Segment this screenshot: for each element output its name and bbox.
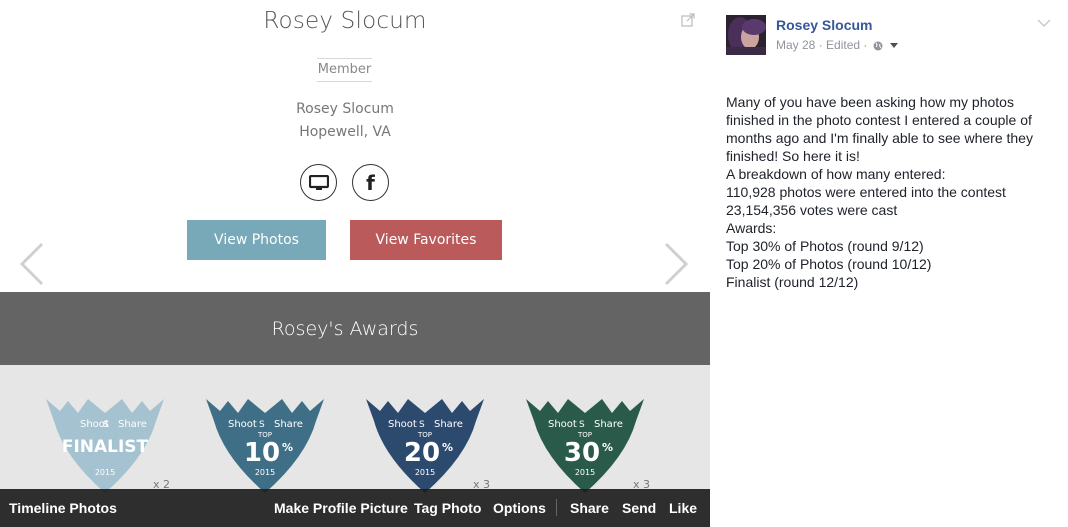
badge-brand: Shoot <box>388 419 417 430</box>
share-button[interactable]: Share <box>570 500 609 516</box>
top-20-award-badge: Shoot Share S TOP 20 % 2015 <box>366 399 484 493</box>
badge-main-text: 30 <box>564 438 600 468</box>
photo-toolbar: Timeline Photos Make Profile Picture Tag… <box>0 489 710 527</box>
chevron-down-icon[interactable] <box>1037 18 1051 28</box>
badge-ss-mark: S <box>103 420 109 430</box>
badge-year: 2015 <box>575 468 595 477</box>
expand-icon[interactable] <box>681 13 695 27</box>
album-title[interactable]: Timeline Photos <box>9 500 117 516</box>
post-edited[interactable]: Edited <box>826 38 860 52</box>
avatar[interactable] <box>726 15 766 55</box>
badge-ss-mark: S <box>579 420 585 430</box>
post-text-line: Finalist (round 12/12) <box>726 274 859 290</box>
post-text-line: 23,154,356 votes were cast <box>726 202 898 218</box>
meta-separator: · <box>818 38 827 52</box>
post-text-line: 110,928 photos were entered into the con… <box>726 184 1006 200</box>
globe-icon[interactable] <box>873 41 883 51</box>
send-button[interactable]: Send <box>622 500 656 516</box>
member-display-name: Rosey Slocum <box>296 101 394 117</box>
badge-brand-2: Share <box>434 419 463 430</box>
member-location: Hopewell, VA <box>299 124 391 140</box>
chevron-right-icon[interactable] <box>662 240 692 290</box>
awards-heading: Rosey's Awards <box>271 318 419 340</box>
website-button[interactable] <box>300 164 337 201</box>
post-text-line: Top 30% of Photos (round 9/12) <box>726 238 924 254</box>
profile-name: Rosey Slocum <box>263 8 427 34</box>
post-meta: May 28 · Edited · <box>776 38 899 52</box>
toolbar-divider <box>556 499 557 516</box>
badge-brand-2: Share <box>274 419 303 430</box>
badge-ss-mark: S <box>419 420 425 430</box>
view-photos-button[interactable]: View Photos <box>187 220 326 260</box>
make-profile-picture-button[interactable]: Make Profile Picture <box>274 500 408 516</box>
badge-brand-2: Share <box>118 419 147 430</box>
post-text-line: A breakdown of how many entered: <box>726 166 946 182</box>
top-10-award-badge: Shoot Share S TOP 10 % 2015 <box>206 399 324 493</box>
post-text-line: Many of you have been asking how my phot… <box>726 94 1033 164</box>
badge-percent: % <box>442 441 453 454</box>
post-author[interactable]: Rosey Slocum <box>776 17 872 33</box>
badge-year: 2015 <box>255 468 275 477</box>
chevron-left-icon[interactable] <box>16 240 46 290</box>
badge-year: 2015 <box>95 468 115 477</box>
badge-main-text: 10 <box>244 438 280 468</box>
badge-percent: % <box>282 441 293 454</box>
options-button[interactable]: Options <box>493 500 546 516</box>
finalist-award-badge: Shoot Share S FINALIST 2015 <box>46 399 164 493</box>
badge-main-text: 20 <box>404 438 440 468</box>
post-text-line: Top 20% of Photos (round 10/12) <box>726 256 932 272</box>
badge-year: 2015 <box>415 468 435 477</box>
monitor-icon <box>308 174 329 190</box>
badge-percent: % <box>602 441 613 454</box>
facebook-icon: f <box>366 170 375 195</box>
post-date[interactable]: May 28 <box>776 38 815 52</box>
view-favorites-button[interactable]: View Favorites <box>350 220 502 260</box>
badge-brand: Shoot <box>548 419 577 430</box>
post-text-line: Awards: <box>726 220 777 236</box>
badge-brand: Shoot <box>228 419 257 430</box>
badge-brand-2: Share <box>594 419 623 430</box>
top-30-award-badge: Shoot Share S TOP 30 % 2015 <box>526 399 644 493</box>
badge-ss-mark: S <box>259 420 265 430</box>
meta-separator: · <box>863 38 871 52</box>
member-badge: Member <box>317 58 372 82</box>
like-button[interactable]: Like <box>669 500 697 516</box>
post-body: Many of you have been asking how my phot… <box>726 93 1056 291</box>
badge-main-text: FINALIST <box>62 437 149 457</box>
facebook-button[interactable]: f <box>352 164 389 201</box>
privacy-dropdown-icon[interactable] <box>890 43 899 48</box>
tag-photo-button[interactable]: Tag Photo <box>414 500 481 516</box>
